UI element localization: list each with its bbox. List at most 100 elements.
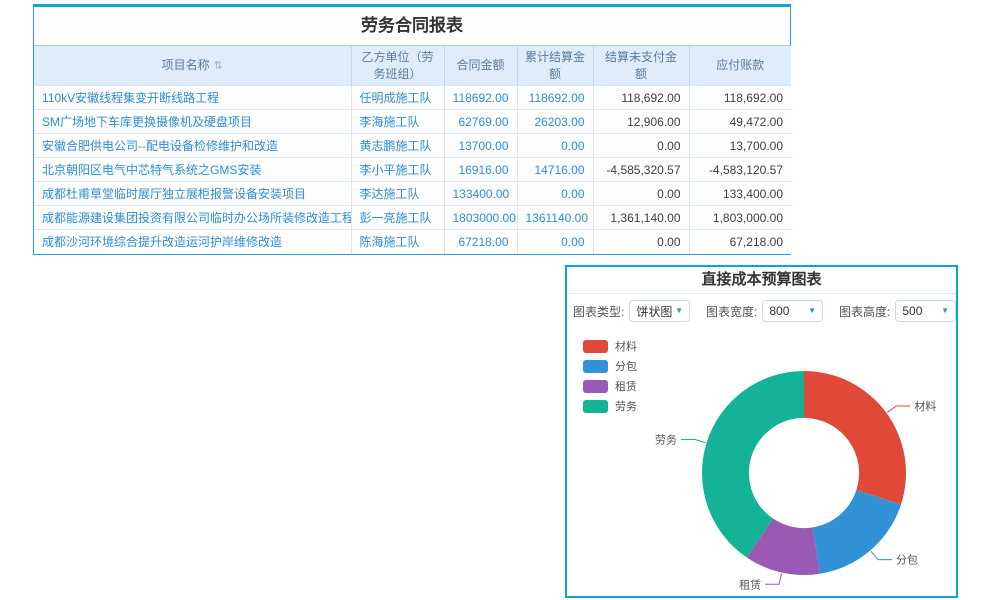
chart-type-label: 图表类型: <box>573 303 624 320</box>
cell-team: 李小平施工队 <box>351 158 444 182</box>
cell-payable: 118,692.00 <box>689 86 791 110</box>
labor-contract-report: 劳务合同报表 项目名称 ⇅ 乙方单位（劳务班组） 合同金额 累计结算金额 结算未支… <box>33 4 791 255</box>
cell-settled-amount: 0.00 <box>517 230 593 254</box>
chart-controls: 图表类型: 饼状图 ▼ 图表宽度: 800 ▼ 图表高度: 500 ▼ <box>567 294 956 328</box>
cell-unpaid-amount: 0.00 <box>593 182 689 206</box>
col-header-project[interactable]: 项目名称 ⇅ <box>34 46 351 86</box>
cell-team: 李海施工队 <box>351 110 444 134</box>
legend-swatch <box>583 400 608 413</box>
table-row[interactable]: 安徽合肥供电公司--配电设备检修维护和改造 黄志鹏施工队 13700.00 0.… <box>34 134 791 158</box>
cell-team: 陈海施工队 <box>351 230 444 254</box>
cell-unpaid-amount: 0.00 <box>593 134 689 158</box>
legend-label: 劳务 <box>615 398 637 414</box>
pie-label-line-1 <box>871 551 892 559</box>
pie-label-2: 租赁 <box>739 577 761 591</box>
cell-payable: 133,400.00 <box>689 182 791 206</box>
chart-type-value: 饼状图 <box>636 303 672 320</box>
chart-panel-title: 直接成本预算图表 <box>567 267 956 294</box>
chart-width-value: 800 <box>769 304 789 318</box>
table-row[interactable]: 北京朝阳区电气中芯特气系统之GMS安装 李小平施工队 16916.00 1471… <box>34 158 791 182</box>
table-row[interactable]: 成都能源建设集团投资有限公司临时办公场所装修改造工程EPC 彭一亮施工队 180… <box>34 206 791 230</box>
cell-payable: 49,472.00 <box>689 110 791 134</box>
cell-team: 彭一亮施工队 <box>351 206 444 230</box>
cell-team: 黄志鹏施工队 <box>351 134 444 158</box>
col-header-settled-amount: 累计结算金额 <box>517 46 593 86</box>
direct-cost-chart-panel: 直接成本预算图表 图表类型: 饼状图 ▼ 图表宽度: 800 ▼ 图表高度: 5… <box>565 265 958 598</box>
cell-payable: -4,583,120.57 <box>689 158 791 182</box>
cell-settled-amount: 14716.00 <box>517 158 593 182</box>
legend-swatch <box>583 340 608 353</box>
cell-project[interactable]: 成都杜甫草堂临时展厅独立展柜报警设备安装项目 <box>34 182 351 206</box>
cell-project[interactable]: 成都能源建设集团投资有限公司临时办公场所装修改造工程EPC <box>34 206 351 230</box>
chart-width-label: 图表宽度: <box>706 303 757 320</box>
legend-label: 材料 <box>615 338 637 354</box>
cell-project[interactable]: 北京朝阳区电气中芯特气系统之GMS安装 <box>34 158 351 182</box>
cell-contract-amount: 16916.00 <box>444 158 517 182</box>
cell-contract-amount: 118692.00 <box>444 86 517 110</box>
legend-item-materials[interactable]: 材料 <box>583 338 637 354</box>
cell-project[interactable]: 安徽合肥供电公司--配电设备检修维护和改造 <box>34 134 351 158</box>
pie-label-0: 材料 <box>914 399 936 413</box>
chart-height-value: 500 <box>902 304 922 318</box>
report-table: 项目名称 ⇅ 乙方单位（劳务班组） 合同金额 累计结算金额 结算未支付金额 应付账… <box>34 45 791 254</box>
legend-label: 租赁 <box>615 378 637 394</box>
col-header-contract-amount: 合同金额 <box>444 46 517 86</box>
chevron-down-icon: ▼ <box>941 307 949 315</box>
cell-unpaid-amount: 0.00 <box>593 230 689 254</box>
pie-label-1: 分包 <box>896 554 918 567</box>
table-row[interactable]: SM广场地下车库更换摄像机及硬盘项目 李海施工队 62769.00 26203.… <box>34 110 791 134</box>
report-title: 劳务合同报表 <box>34 7 790 45</box>
pie-chart-area: 材料 分包 租赁 劳务 材料分包租赁劳务 <box>567 328 956 596</box>
table-header-row: 项目名称 ⇅ 乙方单位（劳务班组） 合同金额 累计结算金额 结算未支付金额 应付账… <box>34 46 791 86</box>
legend-item-lease[interactable]: 租赁 <box>583 378 637 394</box>
cell-settled-amount: 0.00 <box>517 182 593 206</box>
cell-team: 李达施工队 <box>351 182 444 206</box>
legend-swatch <box>583 380 608 393</box>
pie-slice-0[interactable] <box>804 371 906 505</box>
cell-project[interactable]: 成都沙河环境综合提升改造运河护岸维修改造 <box>34 230 351 254</box>
cell-unpaid-amount: 1,361,140.00 <box>593 206 689 230</box>
table-row[interactable]: 成都杜甫草堂临时展厅独立展柜报警设备安装项目 李达施工队 133400.00 0… <box>34 182 791 206</box>
table-row[interactable]: 成都沙河环境综合提升改造运河护岸维修改造 陈海施工队 67218.00 0.00… <box>34 230 791 254</box>
sort-icon[interactable]: ⇅ <box>214 59 223 74</box>
cell-contract-amount: 13700.00 <box>444 134 517 158</box>
chevron-down-icon: ▼ <box>808 307 816 315</box>
cell-settled-amount: 1361140.00 <box>517 206 593 230</box>
cell-settled-amount: 118692.00 <box>517 86 593 110</box>
cell-contract-amount: 67218.00 <box>444 230 517 254</box>
pie-label-3: 劳务 <box>655 433 677 446</box>
legend-item-subcontract[interactable]: 分包 <box>583 358 637 374</box>
chart-height-select[interactable]: 500 ▼ <box>895 300 956 322</box>
cell-unpaid-amount: 118,692.00 <box>593 86 689 110</box>
chart-legend: 材料 分包 租赁 劳务 <box>583 338 637 418</box>
col-header-unpaid-amount: 结算未支付金额 <box>593 46 689 86</box>
chart-width-select[interactable]: 800 ▼ <box>762 300 823 322</box>
col-header-project-label: 项目名称 <box>162 58 210 72</box>
chart-type-select[interactable]: 饼状图 ▼ <box>629 300 690 322</box>
col-header-team: 乙方单位（劳务班组） <box>351 46 444 86</box>
legend-label: 分包 <box>615 358 637 374</box>
cell-settled-amount: 0.00 <box>517 134 593 158</box>
pie-slice-1[interactable] <box>813 490 901 574</box>
legend-swatch <box>583 360 608 373</box>
cell-contract-amount: 62769.00 <box>444 110 517 134</box>
cell-unpaid-amount: 12,906.00 <box>593 110 689 134</box>
pie-label-line-0 <box>887 406 910 412</box>
cell-payable: 67,218.00 <box>689 230 791 254</box>
cell-team: 任明成施工队 <box>351 86 444 110</box>
pie-label-line-3 <box>681 439 706 442</box>
cell-contract-amount: 1803000.00 <box>444 206 517 230</box>
pie-label-line-2 <box>765 574 781 585</box>
col-header-payable: 应付账款 <box>689 46 791 86</box>
cell-project[interactable]: 110kV安徽线程集变开断线路工程 <box>34 86 351 110</box>
cell-unpaid-amount: -4,585,320.57 <box>593 158 689 182</box>
table-row[interactable]: 110kV安徽线程集变开断线路工程 任明成施工队 118692.00 11869… <box>34 86 791 110</box>
cell-payable: 13,700.00 <box>689 134 791 158</box>
cell-contract-amount: 133400.00 <box>444 182 517 206</box>
legend-item-labor[interactable]: 劳务 <box>583 398 637 414</box>
cell-settled-amount: 26203.00 <box>517 110 593 134</box>
cell-payable: 1,803,000.00 <box>689 206 791 230</box>
chart-height-label: 图表高度: <box>839 303 890 320</box>
cell-project[interactable]: SM广场地下车库更换摄像机及硬盘项目 <box>34 110 351 134</box>
chevron-down-icon: ▼ <box>675 307 683 315</box>
